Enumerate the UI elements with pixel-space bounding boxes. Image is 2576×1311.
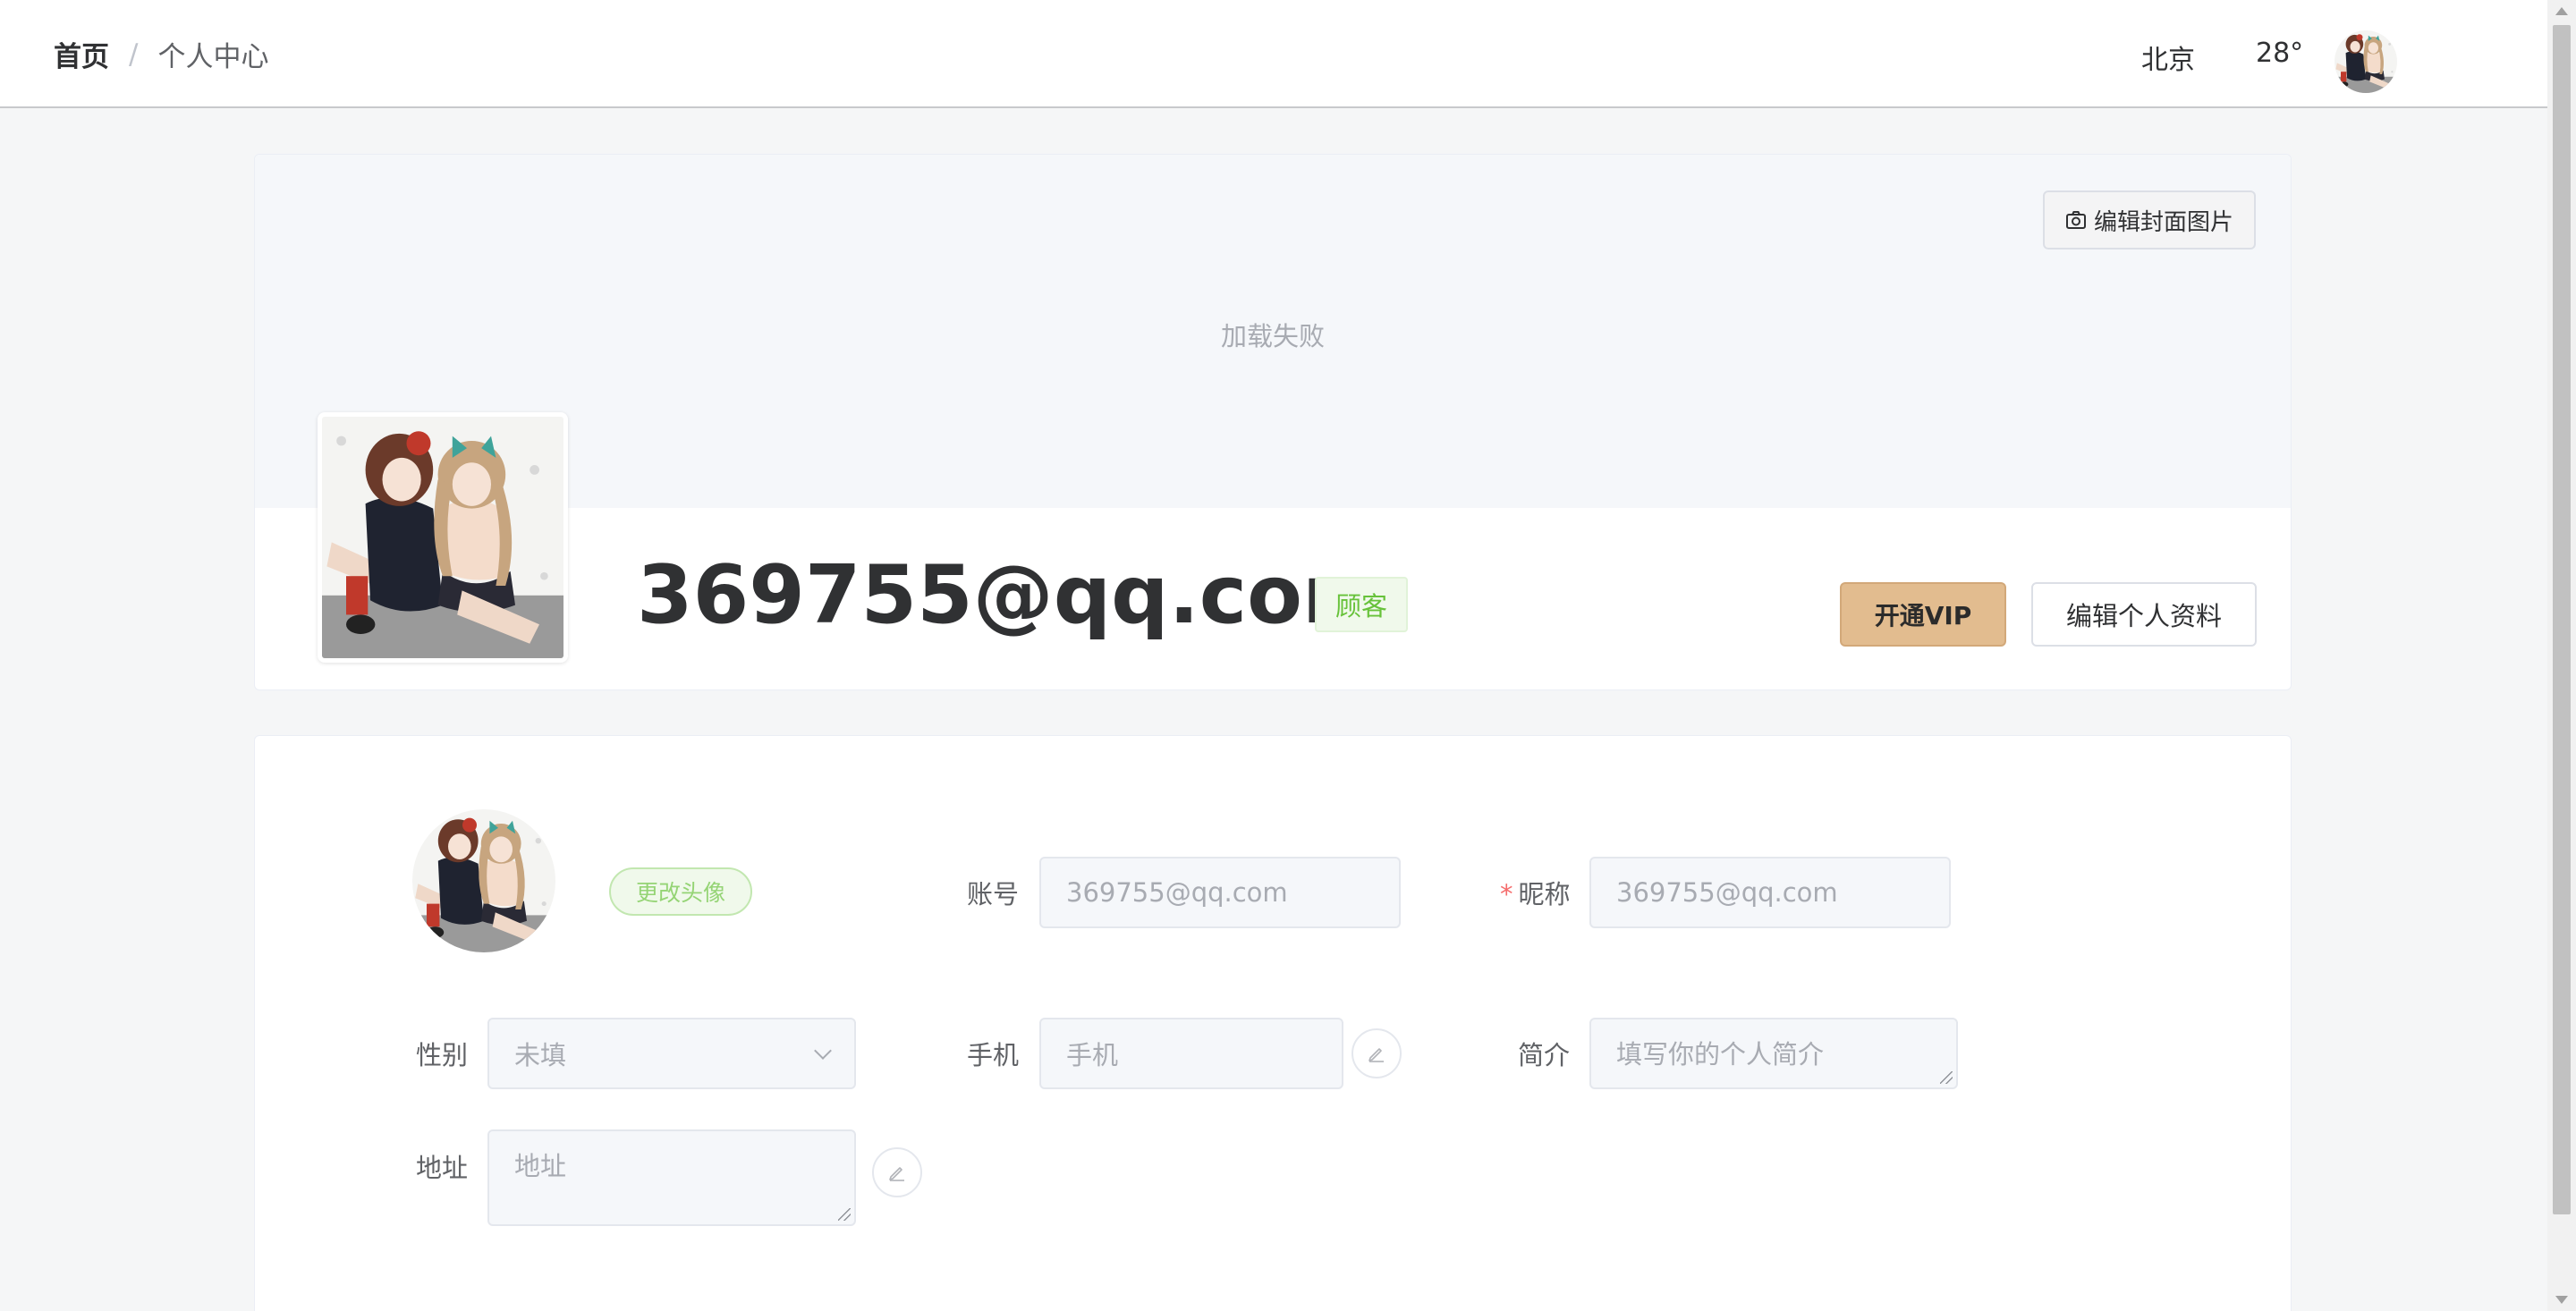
avatar-image (412, 809, 555, 952)
form-avatar (412, 809, 555, 952)
address-label: 地址 (416, 1153, 469, 1183)
account-label: 账号 (967, 879, 1020, 909)
header-user-avatar[interactable] (2334, 30, 2397, 93)
profile-avatar (318, 412, 568, 663)
scroll-up-arrow-icon[interactable] (2555, 7, 2568, 15)
breadcrumb: 首页 / 个人中心 (54, 34, 268, 74)
nickname-label-text: 昵称 (1518, 879, 1571, 909)
resize-handle[interactable] (838, 1208, 851, 1221)
top-header: 首页 / 个人中心 北京 28° (0, 0, 2547, 108)
change-avatar-button[interactable]: 更改头像 (609, 867, 752, 916)
resize-handle[interactable] (1940, 1071, 1953, 1084)
edit-cover-label: 编辑封面图片 (2093, 208, 2233, 236)
phone-placeholder: 手机 (1066, 1040, 1119, 1070)
weather-temperature: 28° (2256, 38, 2304, 69)
profile-form-card: 更改头像 账号 369755@qq.com * 昵称 369755@qq.com … (254, 735, 2292, 1311)
cover-load-failed-text: 加载失败 (1220, 321, 1325, 351)
phone-label: 手机 (967, 1040, 1020, 1070)
pencil-icon (889, 1167, 904, 1181)
nickname-value: 369755@qq.com (1616, 877, 1838, 908)
nickname-input[interactable]: 369755@qq.com (1589, 857, 1951, 928)
pencil-icon (1368, 1048, 1384, 1062)
vertical-scrollbar[interactable] (2547, 0, 2576, 1311)
weather-city: 北京 (2141, 45, 2195, 76)
gender-label: 性别 (416, 1040, 469, 1070)
phone-input[interactable]: 手机 (1039, 1018, 1343, 1089)
bio-label: 简介 (1518, 1040, 1571, 1070)
open-vip-button[interactable]: 开通VIP (1840, 582, 2006, 647)
edit-cover-button[interactable]: 编辑封面图片 (2043, 190, 2256, 250)
gender-value: 未填 (514, 1040, 567, 1070)
required-mark: * (1500, 879, 1513, 909)
avatar-image (322, 417, 564, 658)
bio-textarea[interactable]: 填写你的个人简介 (1589, 1018, 1958, 1089)
address-placeholder: 地址 (514, 1151, 567, 1181)
bio-placeholder: 填写你的个人简介 (1616, 1039, 1825, 1070)
gender-select[interactable]: 未填 (487, 1018, 856, 1089)
profile-card: 加载失败 编辑封面图片 369755@qq.com 顾客 开通VIP 编辑个人资… (254, 154, 2292, 690)
avatar-image (2334, 30, 2397, 93)
account-value: 369755@qq.com (1066, 877, 1288, 908)
breadcrumb-separator: / (129, 38, 139, 71)
scrollbar-thumb[interactable] (2553, 25, 2571, 1214)
breadcrumb-home-link[interactable]: 首页 (54, 34, 109, 74)
role-badge: 顾客 (1315, 577, 1408, 632)
nickname-label: * 昵称 (1500, 874, 1571, 911)
edit-address-button[interactable] (872, 1147, 922, 1197)
scroll-down-arrow-icon[interactable] (2555, 1296, 2568, 1304)
edit-profile-button[interactable]: 编辑个人资料 (2031, 582, 2257, 647)
breadcrumb-current: 个人中心 (157, 41, 269, 73)
username-title: 369755@qq.com (637, 548, 1386, 642)
edit-phone-button[interactable] (1352, 1028, 1402, 1078)
address-textarea[interactable]: 地址 (487, 1129, 856, 1226)
camera-icon (2065, 211, 2086, 229)
chevron-down-icon (814, 1042, 832, 1060)
account-input[interactable]: 369755@qq.com (1039, 857, 1401, 928)
